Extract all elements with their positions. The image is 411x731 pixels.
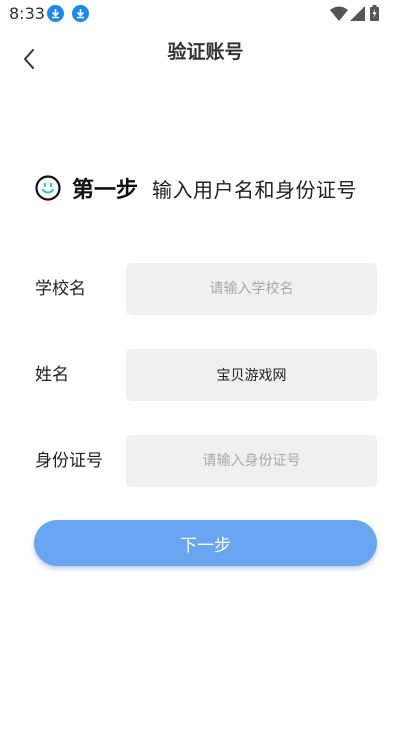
status-bar: 8:33: [0, 0, 411, 28]
download-icon: [47, 5, 64, 22]
battery-icon: [370, 5, 379, 25]
name-input[interactable]: [126, 349, 377, 401]
id-row: 身份证号: [35, 435, 377, 487]
download-icon: [72, 5, 89, 22]
status-time: 8:33: [9, 4, 45, 23]
step-description: 输入用户名和身份证号: [152, 177, 358, 202]
name-row: 姓名: [35, 349, 377, 401]
page-title: 验证账号: [167, 41, 244, 63]
school-label: 学校名: [35, 279, 86, 299]
smile-icon: [35, 175, 61, 201]
wifi-icon: [330, 6, 348, 25]
id-label: 身份证号: [35, 451, 103, 471]
name-label: 姓名: [35, 365, 69, 385]
school-row: 学校名: [35, 263, 377, 315]
id-number-input[interactable]: [126, 435, 377, 487]
next-step-button[interactable]: 下一步: [34, 520, 377, 566]
school-input[interactable]: [126, 263, 377, 315]
step-heading: 第一步 输入用户名和身份证号: [35, 172, 357, 204]
signal-icon: [350, 6, 365, 25]
step-label: 第一步: [72, 178, 139, 203]
title-bar: 验证账号: [0, 28, 411, 78]
